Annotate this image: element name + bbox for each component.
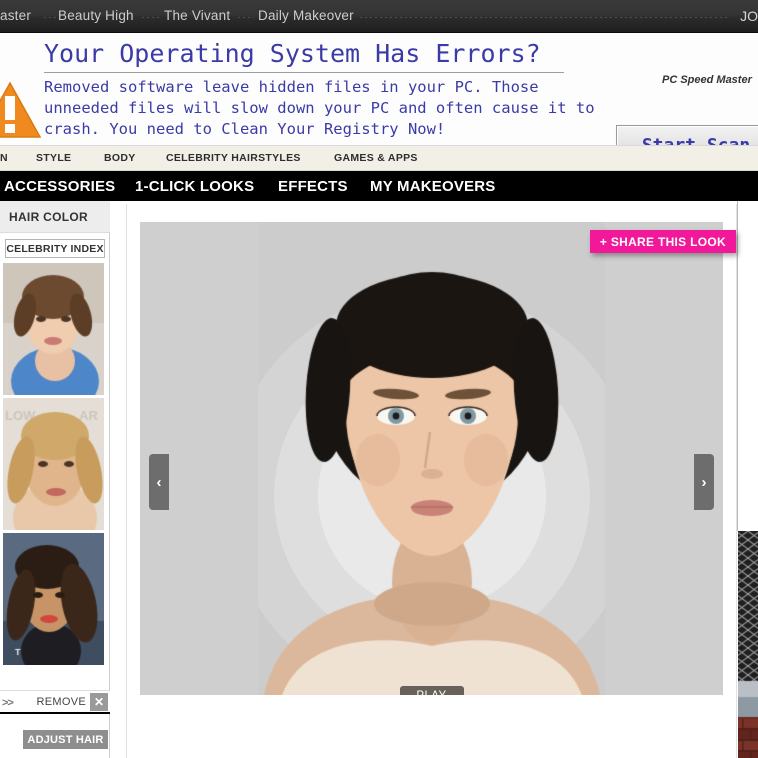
- model-portrait: [140, 222, 723, 695]
- main-content: HAIR COLOR CELEBRITY INDEX >> REMOVE ✕ A…: [0, 201, 758, 758]
- sidebar-next-arrows[interactable]: >>: [2, 697, 14, 709]
- remove-row: >> REMOVE ✕: [0, 690, 110, 714]
- advertisement-banner[interactable]: Your Operating System Has Errors? Remove…: [0, 33, 758, 146]
- page-background-photo: [738, 531, 758, 758]
- tab-1-click-looks[interactable]: 1-CLICK LOOKS: [135, 178, 254, 195]
- sitenav-item-body[interactable]: BODY: [104, 152, 136, 164]
- sidebar-title: HAIR COLOR: [0, 201, 110, 233]
- sitenav-item-0[interactable]: N: [0, 152, 8, 164]
- ad-body-text: Removed software leave hidden files in y…: [44, 78, 595, 138]
- topnav-divider-2: [238, 17, 254, 18]
- start-scan-button[interactable]: Start Scan: [616, 125, 758, 145]
- site-navigation: N STYLE BODY CELEBRITY HAIRSTYLES GAMES …: [0, 146, 758, 171]
- topnav-divider-3: [360, 17, 730, 18]
- remove-close-icon[interactable]: ✕: [90, 693, 108, 711]
- sitenav-item-games-apps[interactable]: GAMES & APPS: [334, 152, 418, 164]
- celebrity-thumbnail-3[interactable]: [2, 532, 105, 666]
- adjust-hair-button[interactable]: ADJUST HAIR: [23, 730, 108, 749]
- ad-divider: [44, 72, 564, 73]
- makeover-canvas[interactable]: ‹ › PLAY: [140, 222, 723, 695]
- gutter-divider: [737, 201, 738, 531]
- tab-effects[interactable]: EFFECTS: [278, 178, 348, 195]
- share-this-look-button[interactable]: + SHARE THIS LOOK: [589, 230, 736, 253]
- next-look-button[interactable]: ›: [694, 454, 714, 510]
- top-navigation-bar: aster Beauty High The Vivant Daily Makeo…: [0, 0, 758, 33]
- app-navigation: ACCESSORIES 1-CLICK LOOKS EFFECTS MY MAK…: [0, 171, 758, 201]
- previous-look-button[interactable]: ‹: [149, 454, 169, 510]
- topnav-item-3[interactable]: Daily Makeover: [258, 8, 354, 23]
- sitenav-item-style[interactable]: STYLE: [36, 152, 71, 164]
- makeover-stage-panel: ‹ › PLAY + SHARE THIS LOOK: [126, 204, 737, 758]
- remove-label: REMOVE: [36, 696, 86, 708]
- celebrity-thumbnail-2[interactable]: [2, 397, 105, 531]
- editor-toolbar: MIX IT UP ZOOM − + BEFORE/AFTER RETRACE …: [253, 711, 758, 751]
- topnav-divider-1: [142, 17, 160, 18]
- topnav-divider-0: [44, 17, 56, 18]
- celebrity-thumbnail-1[interactable]: [2, 262, 105, 396]
- topnav-item-0[interactable]: aster: [0, 8, 31, 23]
- topnav-join-link[interactable]: JO: [740, 8, 758, 24]
- play-button[interactable]: PLAY: [399, 686, 464, 695]
- topnav-item-2[interactable]: The Vivant: [164, 8, 230, 23]
- tab-my-makeovers[interactable]: MY MAKEOVERS: [370, 178, 495, 195]
- tab-accessories[interactable]: ACCESSORIES: [4, 178, 115, 195]
- ad-brand-label: PC Speed Master: [662, 74, 752, 86]
- hair-color-sidebar: HAIR COLOR CELEBRITY INDEX >> REMOVE ✕ A…: [0, 201, 110, 758]
- topnav-item-1[interactable]: Beauty High: [58, 8, 134, 23]
- sitenav-item-celebrity-hairstyles[interactable]: CELEBRITY HAIRSTYLES: [166, 152, 301, 164]
- ad-headline: Your Operating System Has Errors?: [44, 39, 541, 68]
- warning-triangle-icon: [0, 81, 42, 138]
- celebrity-index-button[interactable]: CELEBRITY INDEX: [5, 239, 105, 258]
